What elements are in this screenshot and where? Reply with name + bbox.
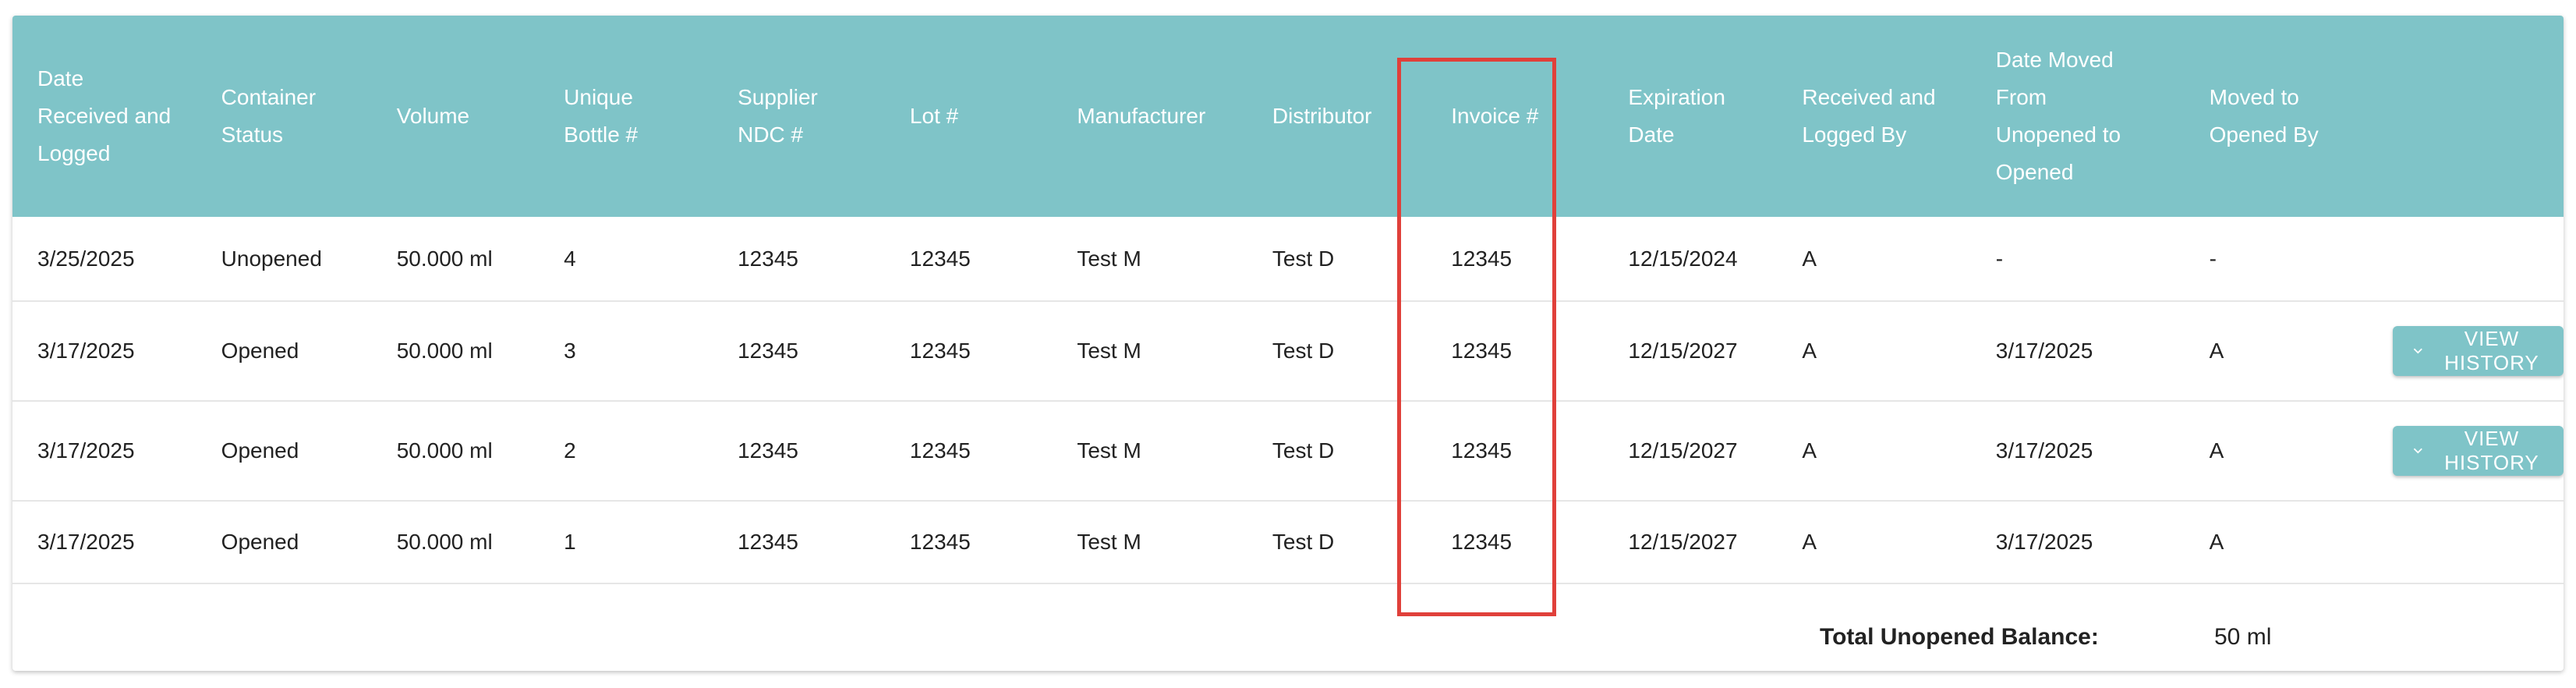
- cell-actions: [2368, 217, 2564, 301]
- cell-invoice: 12345: [1451, 438, 1513, 463]
- cell-moved-opened-by: -: [2209, 246, 2217, 271]
- col-actions: [2368, 16, 2564, 217]
- table-row: 3/17/2025 Opened 50.000 ml 2 12345 12345…: [12, 401, 2564, 501]
- col-container-status[interactable]: Container Status: [196, 16, 372, 217]
- cell-date-received: 3/17/2025: [37, 530, 135, 554]
- cell-date-received: 3/25/2025: [37, 246, 135, 271]
- chevron-down-icon: [2414, 448, 2423, 454]
- cell-volume: 50.000 ml: [396, 246, 493, 271]
- table-row: 3/25/2025 Unopened 50.000 ml 4 12345 123…: [12, 217, 2564, 301]
- cell-unique-bottle: 4: [564, 246, 576, 271]
- cell-expiration-date: 12/15/2027: [1628, 438, 1738, 463]
- cell-date-moved-opened: 3/17/2025: [1995, 530, 2093, 554]
- cell-container-status: Opened: [221, 438, 299, 463]
- cell-lot: 12345: [909, 246, 971, 271]
- cell-moved-opened-by: A: [2209, 339, 2224, 363]
- table-row: 3/17/2025 Opened 50.000 ml 1 12345 12345…: [12, 501, 2564, 583]
- col-received-logged-by[interactable]: Received and Logged By: [1777, 16, 1970, 217]
- cell-invoice: 12345: [1451, 530, 1513, 554]
- cell-container-status: Opened: [221, 530, 299, 554]
- cell-actions: [2368, 501, 2564, 583]
- cell-moved-opened-by: A: [2209, 530, 2224, 554]
- view-history-label: VIEW HISTORY: [2444, 427, 2539, 474]
- col-date-received[interactable]: Date Received and Logged: [12, 16, 196, 217]
- cell-unique-bottle: 2: [564, 438, 576, 463]
- cell-manufacturer: Test M: [1077, 438, 1141, 463]
- col-unique-bottle[interactable]: Unique Bottle #: [539, 16, 713, 217]
- col-supplier-ndc[interactable]: Supplier NDC #: [713, 16, 885, 217]
- total-unopened-balance-label: Total Unopened Balance:: [1820, 624, 2099, 650]
- cell-distributor: Test D: [1272, 339, 1335, 363]
- col-moved-opened-by[interactable]: Moved to Opened By: [2185, 16, 2369, 217]
- total-balance-bar: Total Unopened Balance: 50 ml: [12, 624, 2564, 658]
- cell-moved-opened-by: A: [2209, 438, 2224, 463]
- cell-date-moved-opened: -: [1995, 246, 2004, 271]
- col-volume[interactable]: Volume: [372, 16, 539, 217]
- table-header-row: Date Received and Logged Container Statu…: [12, 16, 2564, 217]
- cell-actions: VIEW HISTORY: [2368, 301, 2564, 401]
- cell-received-logged-by: A: [1802, 246, 1817, 271]
- cell-container-status: Opened: [221, 339, 299, 363]
- view-history-button[interactable]: VIEW HISTORY: [2393, 326, 2564, 376]
- total-unopened-balance-value: 50 ml: [2214, 624, 2272, 650]
- cell-invoice: 12345: [1451, 246, 1513, 271]
- cell-unique-bottle: 1: [564, 530, 576, 554]
- cell-manufacturer: Test M: [1077, 530, 1141, 554]
- cell-date-moved-opened: 3/17/2025: [1995, 438, 2093, 463]
- cell-volume: 50.000 ml: [396, 530, 493, 554]
- col-invoice[interactable]: Invoice #: [1426, 16, 1603, 217]
- cell-container-status: Unopened: [221, 246, 322, 271]
- col-distributor[interactable]: Distributor: [1247, 16, 1426, 217]
- cell-supplier-ndc: 12345: [738, 246, 798, 271]
- cell-lot: 12345: [909, 339, 971, 363]
- cell-actions: VIEW HISTORY: [2368, 401, 2564, 501]
- cell-expiration-date: 12/15/2027: [1628, 339, 1738, 363]
- col-manufacturer[interactable]: Manufacturer: [1052, 16, 1247, 217]
- cell-received-logged-by: A: [1802, 438, 1817, 463]
- view-history-label: VIEW HISTORY: [2444, 327, 2539, 374]
- col-date-moved-opened[interactable]: Date Moved From Unopened to Opened: [1971, 16, 2185, 217]
- cell-expiration-date: 12/15/2024: [1628, 246, 1738, 271]
- cell-received-logged-by: A: [1802, 530, 1817, 554]
- cell-lot: 12345: [909, 438, 971, 463]
- cell-distributor: Test D: [1272, 530, 1335, 554]
- cell-lot: 12345: [909, 530, 971, 554]
- cell-unique-bottle: 3: [564, 339, 576, 363]
- cell-supplier-ndc: 12345: [738, 530, 798, 554]
- cell-volume: 50.000 ml: [396, 438, 493, 463]
- cell-distributor: Test D: [1272, 246, 1335, 271]
- col-expiration-date[interactable]: Expiration Date: [1603, 16, 1777, 217]
- cell-volume: 50.000 ml: [396, 339, 493, 363]
- cell-date-moved-opened: 3/17/2025: [1995, 339, 2093, 363]
- cell-expiration-date: 12/15/2027: [1628, 530, 1738, 554]
- cell-supplier-ndc: 12345: [738, 438, 798, 463]
- cell-received-logged-by: A: [1802, 339, 1817, 363]
- table-row: 3/17/2025 Opened 50.000 ml 3 12345 12345…: [12, 301, 2564, 401]
- view-history-button[interactable]: VIEW HISTORY: [2393, 426, 2564, 476]
- cell-supplier-ndc: 12345: [738, 339, 798, 363]
- cell-date-received: 3/17/2025: [37, 339, 135, 363]
- cell-manufacturer: Test M: [1077, 339, 1141, 363]
- chevron-down-icon: [2414, 348, 2423, 354]
- cell-invoice: 12345: [1451, 339, 1513, 363]
- cell-distributor: Test D: [1272, 438, 1335, 463]
- inventory-table: Date Received and Logged Container Statu…: [12, 16, 2564, 584]
- inventory-card: Date Received and Logged Container Statu…: [12, 16, 2564, 671]
- col-lot[interactable]: Lot #: [885, 16, 1052, 217]
- cell-manufacturer: Test M: [1077, 246, 1141, 271]
- cell-date-received: 3/17/2025: [37, 438, 135, 463]
